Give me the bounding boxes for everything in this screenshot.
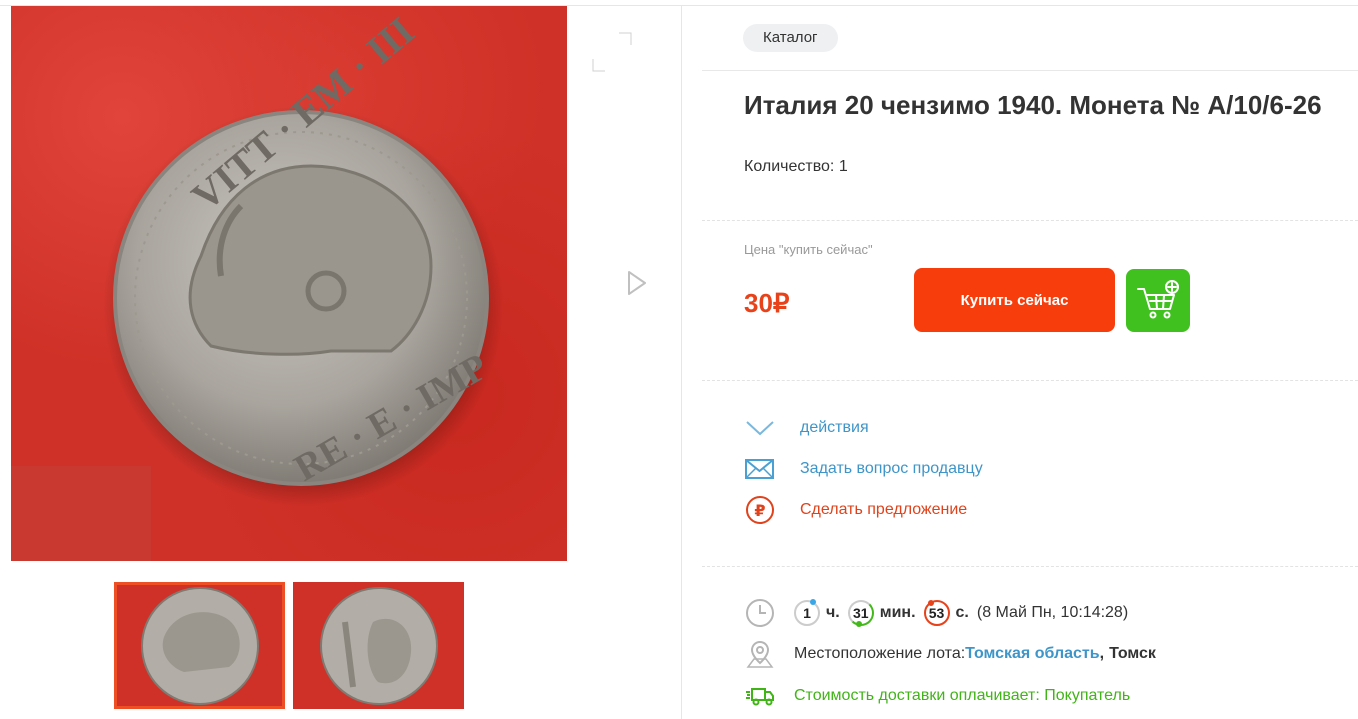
thumbnail-obverse[interactable] [114,582,285,709]
cart-plus-icon [1137,280,1179,319]
actions-dropdown[interactable]: действия [744,413,869,443]
make-offer-link[interactable]: ₽ Сделать предложение [744,495,967,525]
minutes-counter: 31 [847,600,874,627]
column-divider [681,5,682,719]
lot-location: Местоположение лота: Томская область , Т… [744,638,1156,670]
envelope-icon [744,454,776,484]
ask-seller-label: Задать вопрос продавцу [800,460,983,477]
price-label: Цена "купить сейчас" [744,242,873,257]
location-city: Томск [1109,645,1156,662]
quantity-text: Количество: 1 [744,158,848,175]
catalog-button[interactable]: Каталог [743,24,838,52]
hours-unit: ч. [826,604,840,621]
location-label: Местоположение лота: [794,645,966,662]
clock-icon [744,597,776,629]
price-value: 30₽ [744,288,790,318]
lot-title: Италия 20 чензимо 1940. Монета № А/10/6-… [744,90,1322,120]
delivery-info: Стоимость доставки оплачивает: Покупател… [744,680,1130,712]
chevron-down-icon [744,413,776,443]
divider [702,70,1358,71]
main-photo[interactable]: VITT · EM · III RE · E · IMP [11,6,567,561]
location-region-link[interactable]: Томская область [965,645,1099,663]
make-offer-label: Сделать предложение [800,501,968,518]
auction-end-time: (8 Май Пн, 10:14:28) [976,604,1129,621]
hours-counter: 1 [794,599,820,626]
divider [702,566,1358,568]
location-separator: , [1099,645,1105,662]
divider [702,220,1358,222]
buy-now-button[interactable]: Купить сейчас [914,268,1115,332]
next-image-arrow-icon[interactable] [622,268,650,298]
minutes-unit: мин. [879,604,916,621]
add-to-cart-button[interactable] [1126,269,1190,332]
coin-image: VITT · EM · III RE · E · IMP [11,8,503,561]
seconds-unit: с. [955,604,969,621]
delivery-truck-icon [744,680,776,712]
svg-text:₽: ₽ [754,501,765,520]
actions-label: действия [800,419,869,436]
divider [702,380,1358,382]
delivery-text: Стоимость доставки оплачивает: Покупател… [794,687,1131,704]
ask-seller-link[interactable]: Задать вопрос продавцу [744,454,983,484]
expand-icon[interactable] [588,28,636,76]
thumbnail-reverse[interactable] [293,582,464,709]
auction-timer: 1 ч. 31 мин. 53 с. (8 Май Пн, 10:14:28) [744,597,1128,629]
map-pin-icon [744,638,776,670]
ruble-icon: ₽ [744,495,776,525]
seconds-counter: 53 [923,600,950,626]
